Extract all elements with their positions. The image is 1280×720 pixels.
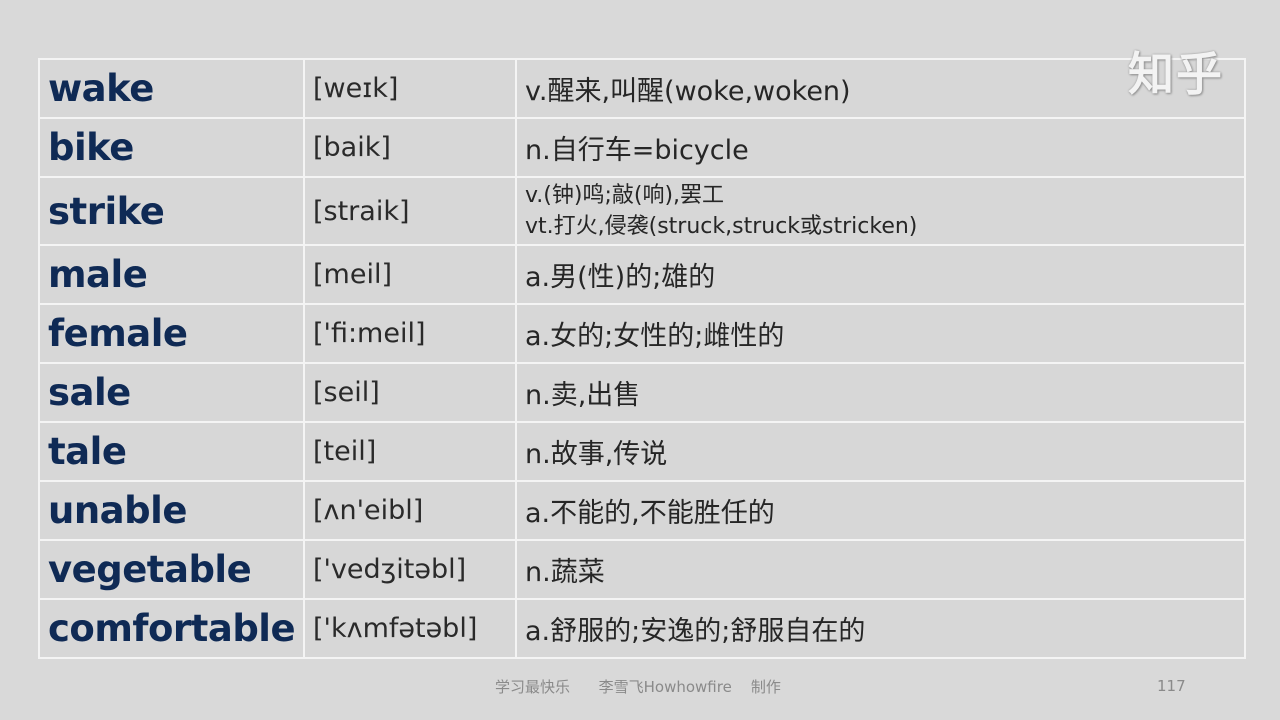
word-cell: female <box>38 303 305 364</box>
word-cell: tale <box>38 421 305 482</box>
meaning-line: v.(钟)鸣;敲(响),罢工 <box>525 183 725 208</box>
phonetic-cell: [ʌn'eibl] <box>303 480 517 541</box>
meaning-cell: v.(钟)鸣;敲(响),罢工 vt.打火,侵袭(struck,struck或str… <box>515 176 1246 246</box>
table-row: vegetable ['vedʒitəbl] n.蔬菜 <box>38 539 1246 600</box>
phonetic-cell: [teil] <box>303 421 517 482</box>
phonetic-cell: ['vedʒitəbl] <box>303 539 517 600</box>
meaning-cell: n.故事,传说 <box>515 421 1246 482</box>
zhihu-watermark-logo: 知乎 <box>1128 47 1224 101</box>
phonetic-cell: [weɪk] <box>303 58 517 119</box>
word-cell: sale <box>38 362 305 423</box>
word-cell: strike <box>38 176 305 246</box>
table-row: sale [seil] n.卖,出售 <box>38 362 1246 423</box>
footer-credit: 学习最快乐 李雪飞Howhowfire 制作 <box>495 678 781 696</box>
page-number: 117 <box>1157 677 1186 695</box>
table-row: wake [weɪk] v.醒来,叫醒(woke,woken) <box>38 58 1246 119</box>
phonetic-cell: [seil] <box>303 362 517 423</box>
meaning-cell: a.不能的,不能胜任的 <box>515 480 1246 541</box>
phonetic-cell: ['kʌmfətəbl] <box>303 598 517 659</box>
meaning-cell: n.蔬菜 <box>515 539 1246 600</box>
meaning-cell: a.女的;女性的;雌性的 <box>515 303 1246 364</box>
table-row: female ['fi:meil] a.女的;女性的;雌性的 <box>38 303 1246 364</box>
table-row: unable [ʌn'eibl] a.不能的,不能胜任的 <box>38 480 1246 541</box>
meaning-cell: n.卖,出售 <box>515 362 1246 423</box>
meaning-line: vt.打火,侵袭(struck,struck或stricken) <box>525 214 918 239</box>
word-cell: wake <box>38 58 305 119</box>
word-cell: unable <box>38 480 305 541</box>
word-cell: vegetable <box>38 539 305 600</box>
table-row: comfortable ['kʌmfətəbl] a.舒服的;安逸的;舒服自在的 <box>38 598 1246 659</box>
table-row: bike [baik] n.自行车=bicycle <box>38 117 1246 178</box>
meaning-cell: n.自行车=bicycle <box>515 117 1246 178</box>
phonetic-cell: ['fi:meil] <box>303 303 517 364</box>
vocabulary-table-body: wake [weɪk] v.醒来,叫醒(woke,woken) bike [baik] n… <box>38 58 1246 659</box>
phonetic-cell: [straik] <box>303 176 517 246</box>
phonetic-cell: [meil] <box>303 244 517 305</box>
word-cell: comfortable <box>38 598 305 659</box>
vocabulary-table: wake [weɪk] v.醒来,叫醒(woke,woken) bike [baik] n… <box>38 58 1246 659</box>
table-row: male [meil] a.男(性)的;雄的 <box>38 244 1246 305</box>
word-cell: bike <box>38 117 305 178</box>
phonetic-cell: [baik] <box>303 117 517 178</box>
table-row: strike [straik] v.(钟)鸣;敲(响),罢工 vt.打火,侵袭(str… <box>38 176 1246 246</box>
meaning-cell: a.舒服的;安逸的;舒服自在的 <box>515 598 1246 659</box>
word-cell: male <box>38 244 305 305</box>
meaning-cell: a.男(性)的;雄的 <box>515 244 1246 305</box>
table-row: tale [teil] n.故事,传说 <box>38 421 1246 482</box>
